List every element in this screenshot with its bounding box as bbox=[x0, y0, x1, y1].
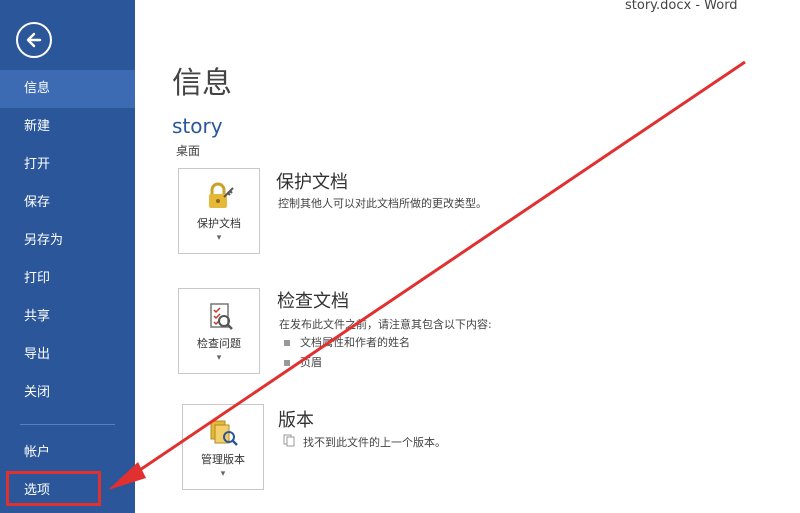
inspect-document-title: 检查文档 bbox=[277, 291, 349, 312]
protect-document-button[interactable]: 保护文档 ▾ bbox=[178, 168, 260, 254]
page-title: 信息 bbox=[172, 66, 232, 101]
options-highlight-box bbox=[6, 471, 101, 506]
nav-info[interactable]: 信息 bbox=[0, 70, 135, 108]
document-name: story bbox=[172, 114, 223, 138]
inspect-document-icon bbox=[210, 303, 233, 330]
nav-account[interactable]: 帐户 bbox=[0, 434, 135, 472]
nav-print[interactable]: 打印 bbox=[0, 260, 135, 298]
nav-new[interactable]: 新建 bbox=[0, 108, 135, 146]
versions-description: 找不到此文件的上一个版本。 bbox=[303, 436, 446, 449]
chevron-down-icon: ▾ bbox=[216, 353, 222, 363]
nav-open[interactable]: 打开 bbox=[0, 146, 135, 184]
check-issues-button[interactable]: 检查问题 ▾ bbox=[178, 288, 260, 374]
document-versions-icon bbox=[283, 434, 295, 447]
lock-key-icon bbox=[209, 182, 234, 208]
back-button[interactable] bbox=[16, 22, 52, 58]
protect-document-description: 控制其他人可以对此文档所做的更改类型。 bbox=[278, 197, 487, 210]
versions-icon bbox=[210, 420, 238, 446]
check-issues-button-label: 检查问题 bbox=[197, 337, 241, 350]
window-title: story.docx - Word bbox=[625, 0, 738, 13]
nav-save-as[interactable]: 另存为 bbox=[0, 222, 135, 260]
nav-close[interactable]: 关闭 bbox=[0, 374, 135, 412]
manage-versions-button[interactable]: 管理版本 ▾ bbox=[182, 404, 264, 490]
chevron-down-icon: ▾ bbox=[220, 469, 226, 479]
protect-document-button-label: 保护文档 bbox=[197, 217, 241, 230]
nav-export[interactable]: 导出 bbox=[0, 336, 135, 374]
inspect-bullet-item: 文档属性和作者的姓名 bbox=[284, 334, 410, 350]
protect-document-title: 保护文档 bbox=[276, 172, 348, 193]
backstage-sidebar: 信息 新建 打开 保存 另存为 打印 共享 导出 关闭 帐户 选项 bbox=[0, 0, 135, 513]
chevron-down-icon: ▾ bbox=[216, 233, 222, 243]
nav-save[interactable]: 保存 bbox=[0, 184, 135, 222]
manage-versions-button-label: 管理版本 bbox=[201, 453, 245, 466]
inspect-document-description: 在发布此文件之前，请注意其包含以下内容: bbox=[279, 318, 492, 331]
sidebar-divider bbox=[20, 424, 115, 425]
nav-share[interactable]: 共享 bbox=[0, 298, 135, 336]
document-location: 桌面 bbox=[176, 144, 201, 158]
versions-title: 版本 bbox=[278, 410, 314, 431]
inspect-bullet-item: 页眉 bbox=[284, 354, 322, 370]
back-arrow-icon bbox=[26, 32, 42, 48]
